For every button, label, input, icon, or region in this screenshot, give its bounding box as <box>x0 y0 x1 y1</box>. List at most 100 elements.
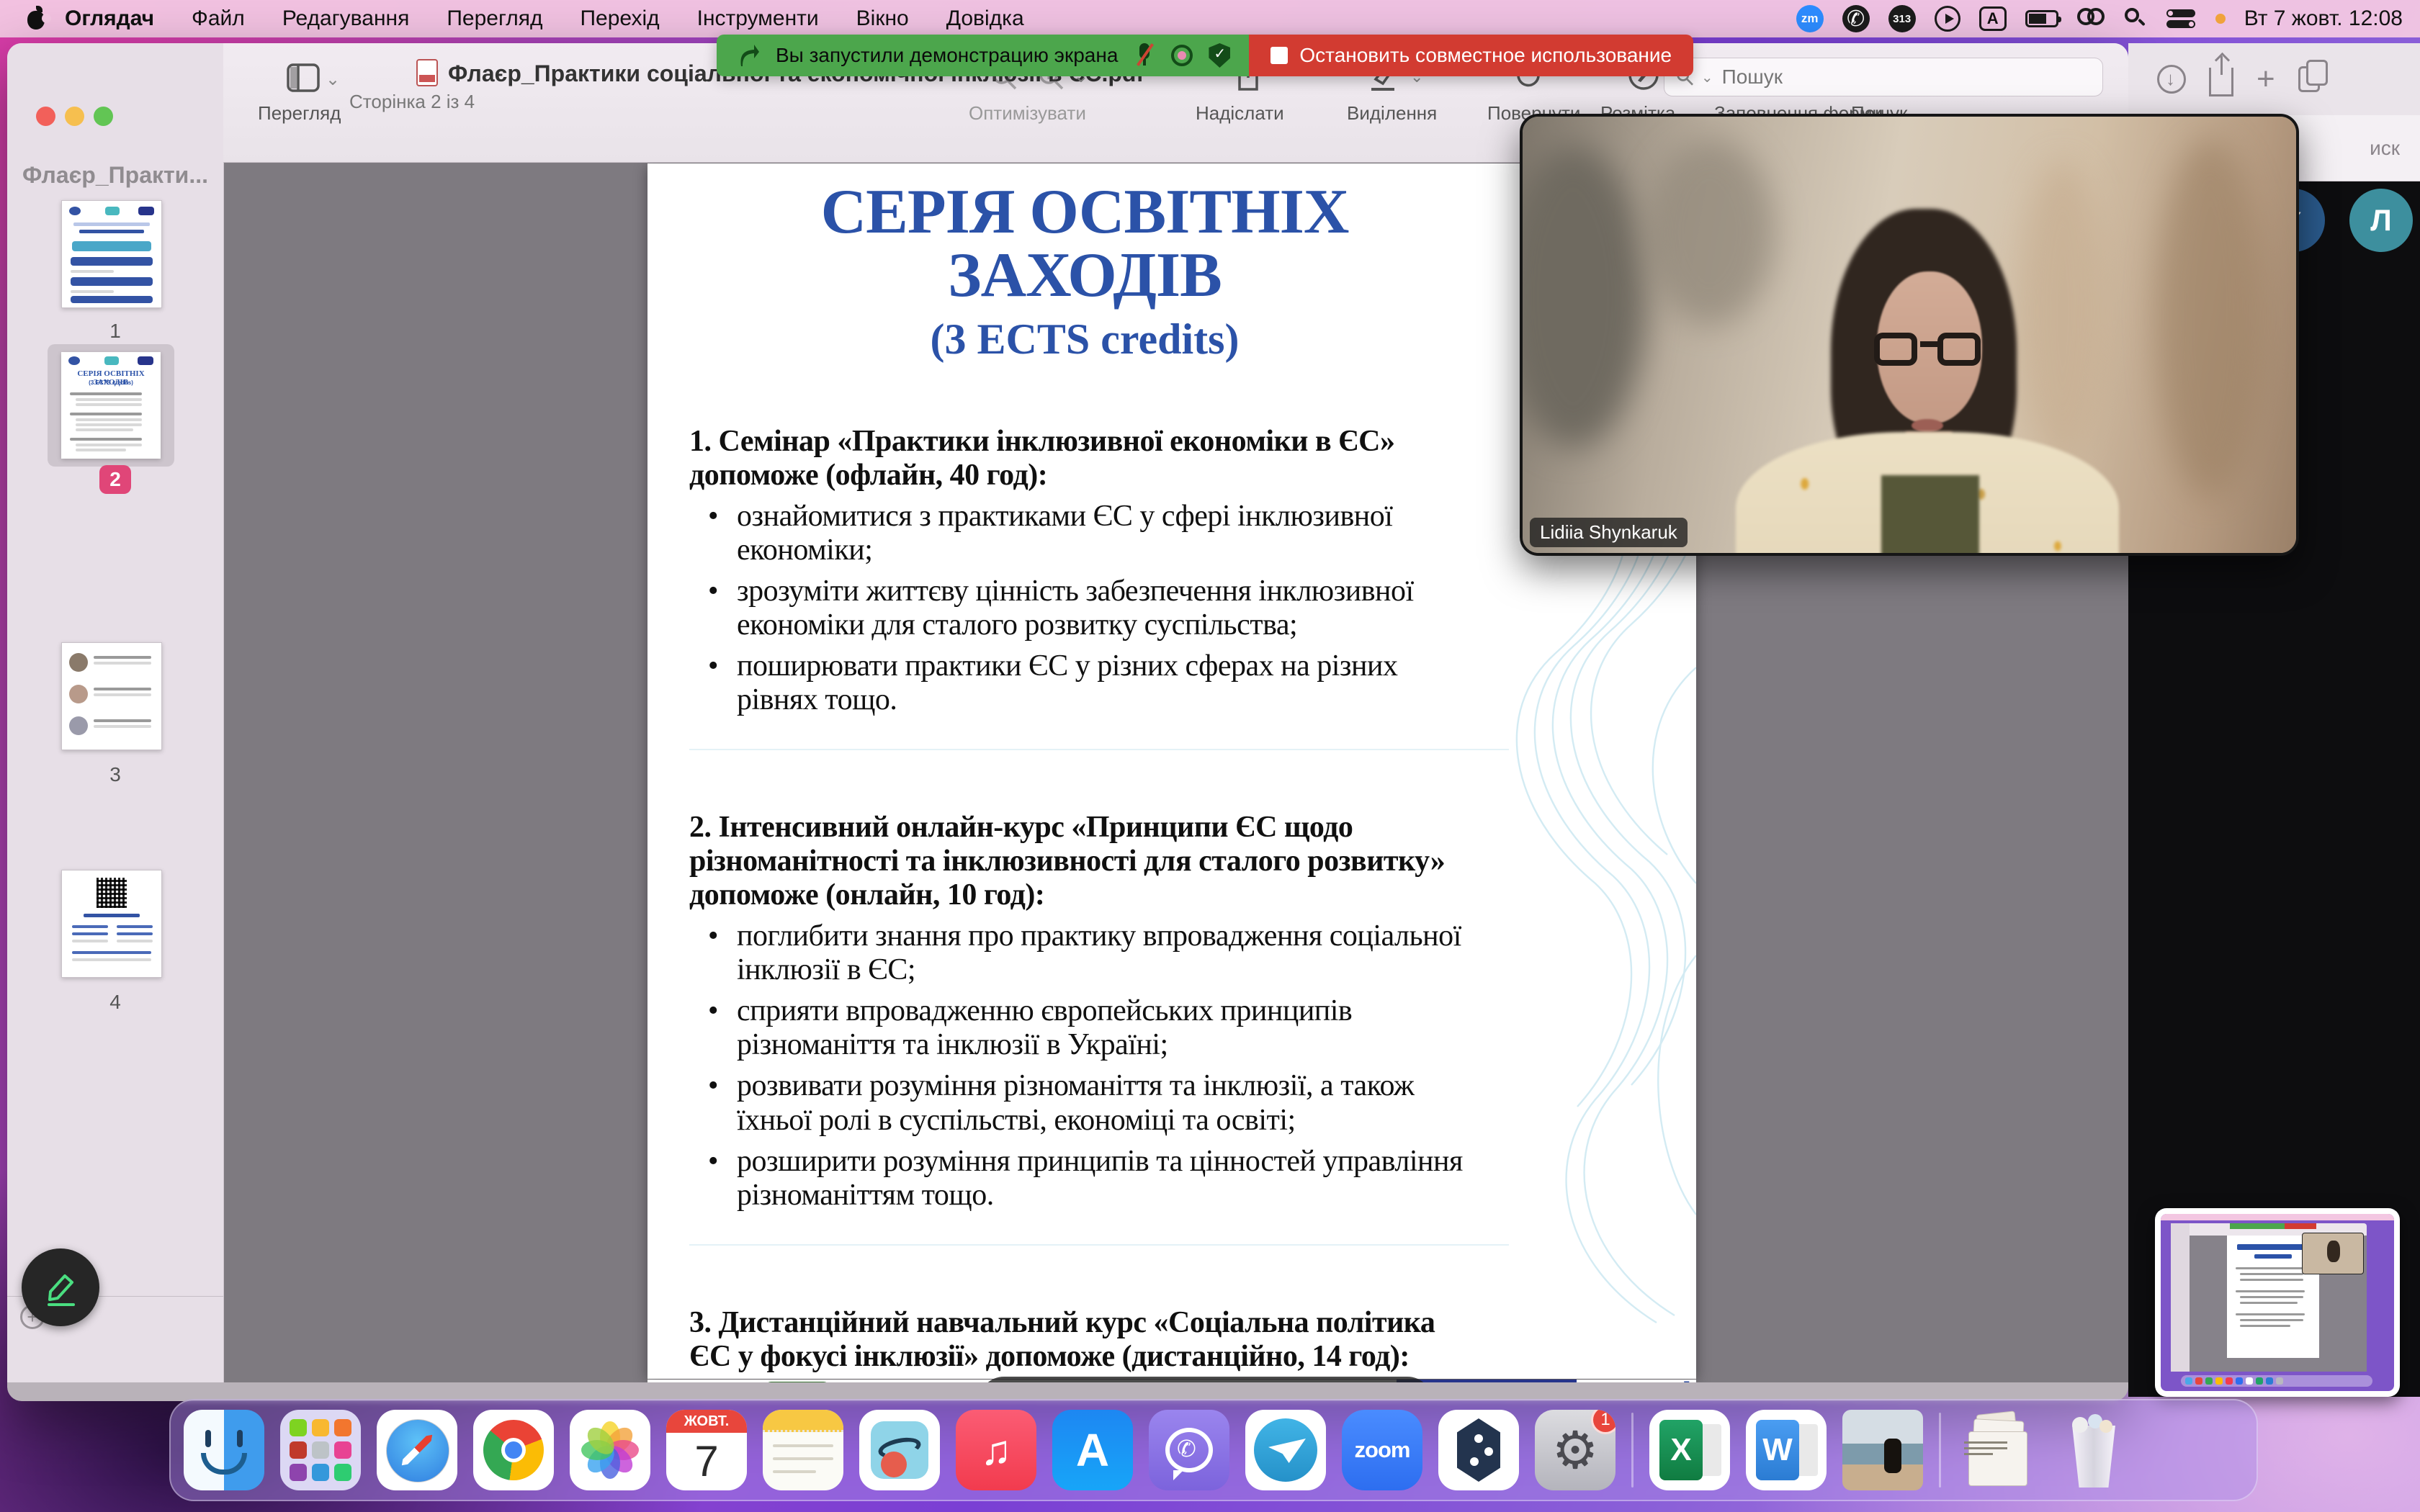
dock-excel[interactable]: X <box>1649 1410 1730 1490</box>
dock-app-store[interactable]: A <box>1052 1410 1133 1490</box>
search-scope-chevron[interactable]: ⌄ <box>1701 68 1713 86</box>
dock-launchpad[interactable] <box>280 1410 361 1490</box>
zoom-wordmark: zoom <box>1355 1437 1410 1463</box>
stop-share-button[interactable]: Остановить совместное использование <box>1249 35 1693 76</box>
dock-share-network-app[interactable] <box>1438 1410 1519 1490</box>
pdf-subtitle: (3 ECTS credits) <box>689 315 1480 364</box>
bullet-item: •поширювати практики ЄС у різних сферах … <box>689 649 1480 717</box>
new-tab-icon[interactable]: + <box>2257 65 2275 94</box>
dock-documents-stack[interactable] <box>1957 1410 2038 1490</box>
downloads-icon[interactable] <box>2157 65 2186 94</box>
zoom-window-button[interactable] <box>94 107 113 126</box>
menubar-clock[interactable]: Вт 7 жовт. 12:08 <box>2244 6 2403 31</box>
page-indicator-hud: Сторінка 2 із 4 <box>979 1377 1433 1382</box>
menu-go[interactable]: Перехід <box>580 6 659 31</box>
preview-sidebar: Флаєр_Практи... 1 СЕРІЯ ОСВІТНІХ ЗАХОДІВ… <box>7 43 224 1382</box>
universal-control-icon[interactable] <box>2077 4 2106 33</box>
dock-trash[interactable] <box>2053 1410 2134 1490</box>
apple-menu-icon[interactable] <box>27 8 46 30</box>
page-thumbnail-3[interactable] <box>61 642 162 750</box>
stop-share-label: Остановить совместное использование <box>1299 44 1672 67</box>
tab-overview-icon[interactable] <box>2298 66 2320 92</box>
dock-photos[interactable] <box>570 1410 650 1490</box>
viber-menubar-icon[interactable]: ✆ <box>1842 5 1870 32</box>
menu-help[interactable]: Довідка <box>946 6 1024 31</box>
control-center-icon[interactable] <box>2165 4 2197 33</box>
section-heading: 3. Дистанційний навчальний курс «Соціаль… <box>689 1306 1480 1374</box>
menu-file[interactable]: Файл <box>192 6 245 31</box>
pdf-section-1: 1. Семінар «Практики інклюзивної економі… <box>689 425 1480 750</box>
view-menu-label[interactable]: Перегляд <box>258 102 341 125</box>
menu-bar: Оглядач Файл Редагування Перегляд Перехі… <box>0 0 2420 37</box>
dock-notes[interactable] <box>763 1410 843 1490</box>
close-button[interactable] <box>36 107 55 126</box>
menu-window[interactable]: Вікно <box>856 6 909 31</box>
dock-safari[interactable] <box>377 1410 457 1490</box>
section-separator <box>689 749 1509 750</box>
dock-zoom[interactable]: zoom <box>1342 1410 1422 1490</box>
dock-word[interactable]: W <box>1746 1410 1827 1490</box>
telegram-menubar-icon[interactable]: 313 <box>1888 5 1916 32</box>
dock-finder[interactable] <box>184 1410 264 1490</box>
bullet-item: •сприяти впровадженню європейських принц… <box>689 994 1480 1062</box>
menu-app-name[interactable]: Оглядач <box>65 6 154 31</box>
background-window-toolbar: + <box>2128 43 2420 115</box>
zoom-menubar-icon[interactable]: zm <box>1796 5 1824 32</box>
page-number-2-selected-badge: 2 <box>99 465 131 494</box>
dock-minimized-window[interactable] <box>1842 1410 1923 1490</box>
settings-badge: 1 <box>1591 1410 1615 1434</box>
participant-avatar-letter[interactable]: Л <box>2349 189 2413 252</box>
dock-calendar[interactable]: ЖОВТ.7 <box>666 1410 747 1490</box>
dock-chrome[interactable] <box>473 1410 554 1490</box>
search-input[interactable] <box>1721 65 2091 89</box>
spotlight-icon[interactable] <box>2125 4 2146 33</box>
dock-telegram[interactable] <box>1245 1410 1326 1490</box>
sharing-message: Вы запустили демонстрацию экрана <box>776 44 1118 67</box>
optimize-label: Оптимізувати <box>969 102 1086 125</box>
erasmus-funding-text: Funded by the Erasmus+ Programme <box>1628 1380 1696 1382</box>
recording-indicator-icon[interactable] <box>1171 45 1193 66</box>
pdf-title: СЕРІЯ ОСВІТНІХ ЗАХОДІВ <box>689 181 1480 307</box>
mic-muted-icon[interactable] <box>1134 43 1155 68</box>
menu-tools[interactable]: Інструменти <box>697 6 819 31</box>
search-field[interactable]: ⌄ <box>1664 58 2103 96</box>
dock: ЖОВТ.7 ♫ A zoom ⚙1 X W <box>169 1399 2258 1501</box>
battery-icon[interactable] <box>2025 4 2058 33</box>
dock-viber[interactable] <box>1149 1410 1229 1490</box>
zoom-video-window[interactable]: Lidiia Shynkaruk <box>1520 114 2299 556</box>
pencil-icon <box>40 1267 81 1308</box>
menu-view[interactable]: Перегляд <box>447 6 542 31</box>
zoom-sharing-banner: Вы запустили демонстрацию экрана Останов… <box>717 35 1693 76</box>
annotate-pencil-button[interactable] <box>22 1248 99 1326</box>
bullet-item: •розширити розуміння принципів та ціннос… <box>689 1145 1480 1212</box>
section-separator <box>689 1244 1509 1246</box>
minimize-button[interactable] <box>65 107 84 126</box>
page-number-3: 3 <box>7 763 223 786</box>
sidebar-toggle-chevron[interactable]: ⌄ <box>326 69 340 90</box>
send-label: Надіслати <box>1196 102 1284 125</box>
playback-menubar-icon[interactable] <box>1935 4 1960 33</box>
page-number-4: 4 <box>7 991 223 1014</box>
bullet-item: •ознайомитися з практиками ЄС у сфері ін… <box>689 500 1480 567</box>
thumb2-subtitle: (3 ECTS credits) <box>61 379 161 386</box>
page-thumbnail-4[interactable] <box>61 870 162 978</box>
mini-screenshot <box>2161 1214 2394 1391</box>
dock-system-settings[interactable]: ⚙1 <box>1535 1410 1615 1490</box>
sidebar-toggle-icon[interactable] <box>287 63 320 92</box>
page-thumbnail-1[interactable] <box>61 200 162 308</box>
appstore-letter: A <box>1076 1423 1109 1477</box>
page-status: Сторінка 2 із 4 <box>349 91 475 113</box>
page-thumbnail-2[interactable]: СЕРІЯ ОСВІТНІХ ЗАХОДІВ (3 ECTS credits) <box>61 352 161 459</box>
security-shield-icon[interactable] <box>1209 43 1230 68</box>
dock-music[interactable]: ♫ <box>956 1410 1036 1490</box>
stop-icon <box>1270 47 1288 64</box>
share-icon-bg[interactable] <box>2209 68 2233 96</box>
menu-edit[interactable]: Редагування <box>282 6 410 31</box>
highlight-label: Виділення <box>1347 102 1437 125</box>
screen-share-mini-preview[interactable] <box>2155 1208 2400 1397</box>
mini-video-tile <box>2302 1233 2364 1274</box>
notification-dot <box>2215 4 2226 33</box>
sidebar-doc-title: Флаєр_Практи... <box>7 162 223 189</box>
input-source-icon[interactable]: А <box>1979 6 2007 31</box>
dock-freeform[interactable] <box>859 1410 940 1490</box>
